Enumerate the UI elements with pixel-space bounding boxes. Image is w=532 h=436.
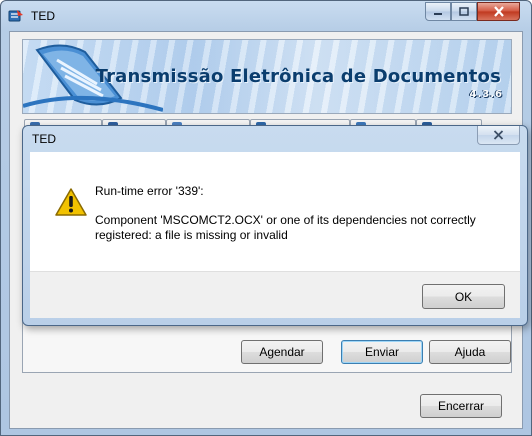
banner-version: 4.3.6: [469, 89, 503, 100]
enviar-button[interactable]: Enviar: [341, 340, 423, 364]
error-heading: Run-time error '339':: [95, 184, 204, 198]
main-window-title: TED: [31, 9, 55, 23]
close-button[interactable]: [477, 2, 520, 21]
warning-icon: [55, 188, 87, 216]
dialog-close-button[interactable]: [477, 126, 520, 145]
ted-app-icon: [8, 10, 23, 22]
minimize-button[interactable]: [425, 2, 451, 21]
ok-button[interactable]: OK: [422, 284, 505, 309]
error-dialog: TED Run-time error '339': Component 'MSC…: [22, 125, 528, 326]
error-message: Component 'MSCOMCT2.OCX' or one of its d…: [95, 213, 476, 242]
banner-title: Transmissão Eletrônica de Documentos: [95, 66, 501, 87]
dialog-title: TED: [32, 132, 56, 146]
close-icon: [493, 6, 504, 17]
encerrar-button[interactable]: Encerrar: [420, 394, 502, 418]
maximize-icon: [459, 7, 469, 16]
maximize-button[interactable]: [451, 2, 477, 21]
agendar-button[interactable]: Agendar: [241, 340, 323, 364]
banner: Transmissão Eletrônica de Documentos 4.3…: [22, 39, 512, 114]
ajuda-button[interactable]: Ajuda: [429, 340, 511, 364]
close-icon: [493, 130, 504, 140]
dialog-body: Run-time error '339': Component 'MSCOMCT…: [30, 152, 520, 271]
minimize-icon: [434, 12, 442, 15]
main-titlebar[interactable]: TED: [1, 1, 531, 31]
dialog-footer: OK: [30, 271, 520, 318]
